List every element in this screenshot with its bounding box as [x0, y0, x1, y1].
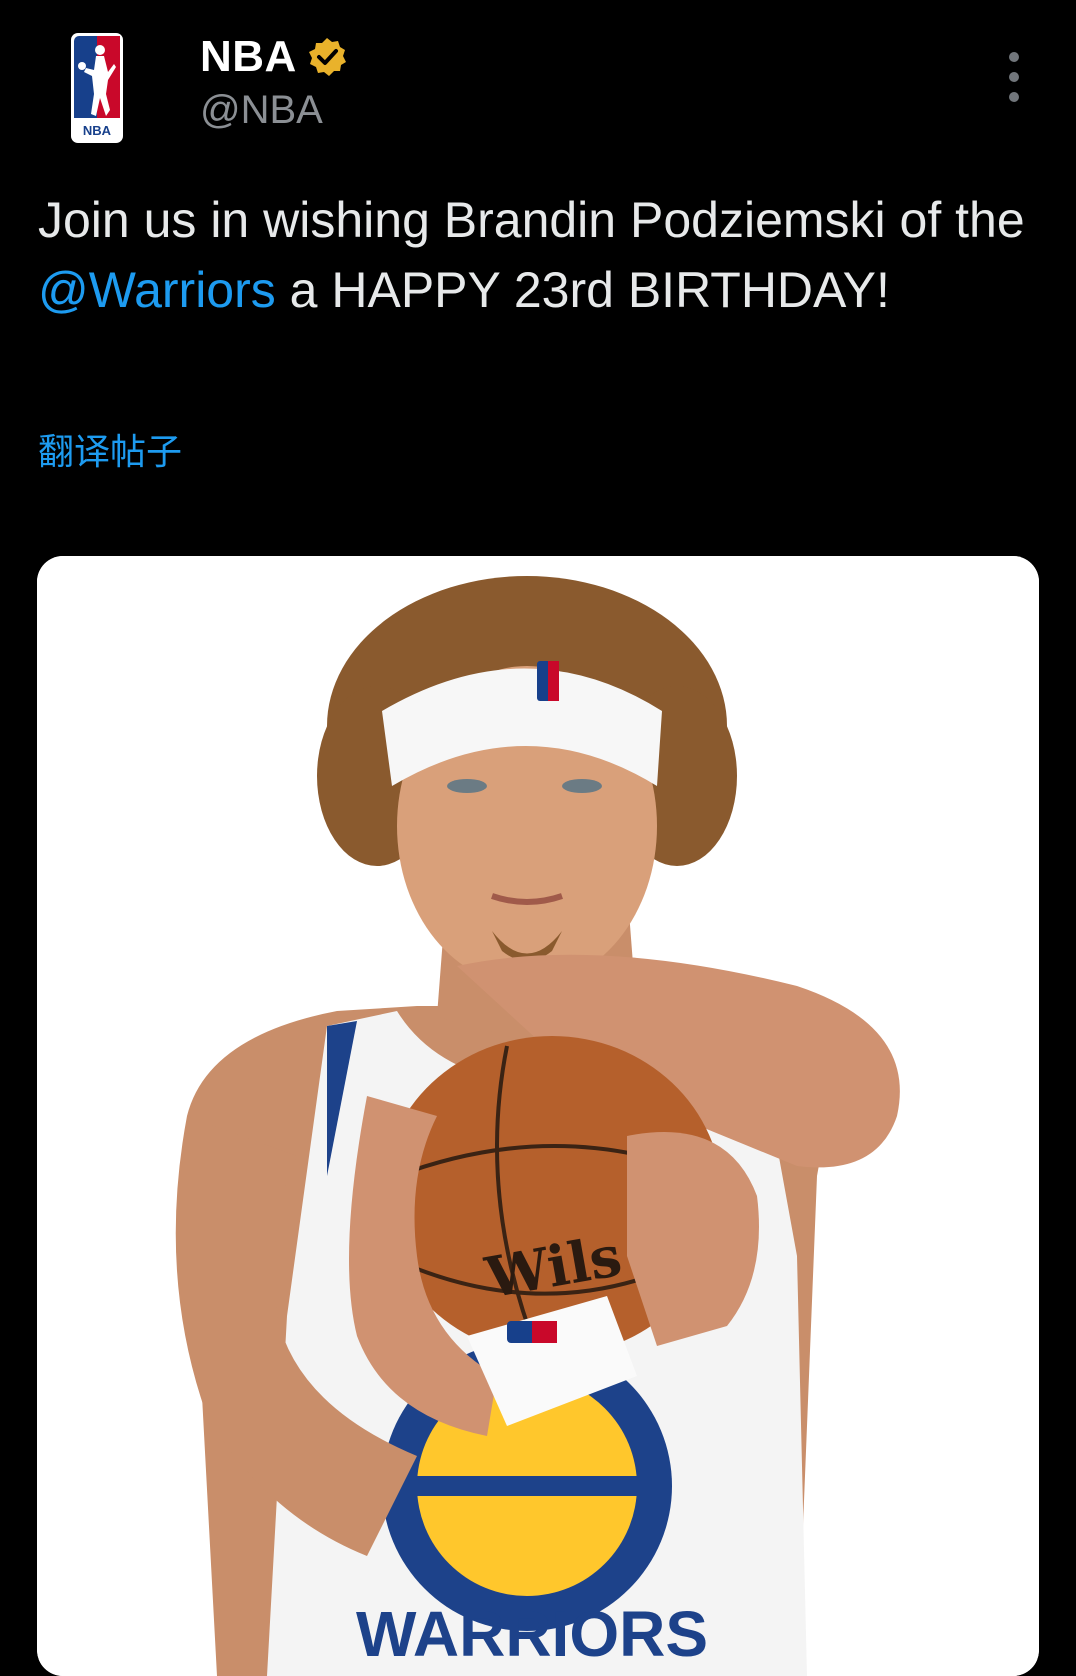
mention-link[interactable]: @Warriors [38, 262, 276, 318]
jersey-text: WARRIORS [356, 1598, 708, 1670]
display-name[interactable]: NBA [200, 32, 297, 82]
more-vertical-icon-dot [1009, 92, 1019, 102]
avatar[interactable]: NBA [70, 32, 124, 144]
tweet-header: NBA NBA @NBA [0, 0, 1076, 160]
handle[interactable]: @NBA [200, 88, 347, 133]
more-vertical-icon-dot [1009, 72, 1019, 82]
more-vertical-icon [1009, 52, 1019, 62]
nba-logo-icon: NBA [71, 33, 123, 143]
tweet-photo[interactable]: WARRIORS Wils [37, 556, 1039, 1676]
nba-logo-text: NBA [83, 123, 112, 138]
player-photo: WARRIORS Wils [37, 556, 1039, 1676]
verified-badge-icon [307, 37, 347, 77]
display-name-row: NBA [200, 30, 347, 84]
tweet-card: NBA NBA @NBA Join us in wishing Brandin … [0, 0, 1076, 1676]
tweet-text: Join us in wishing Brandin Podziemski of… [38, 185, 1048, 325]
tweet-text-before: Join us in wishing Brandin Podziemski of… [38, 192, 1025, 248]
tweet-text-after: a HAPPY 23rd BIRTHDAY! [275, 262, 890, 318]
author-names: NBA @NBA [200, 30, 347, 133]
translate-post-link[interactable]: 翻译帖子 [38, 423, 182, 475]
more-options-button[interactable] [996, 52, 1032, 102]
